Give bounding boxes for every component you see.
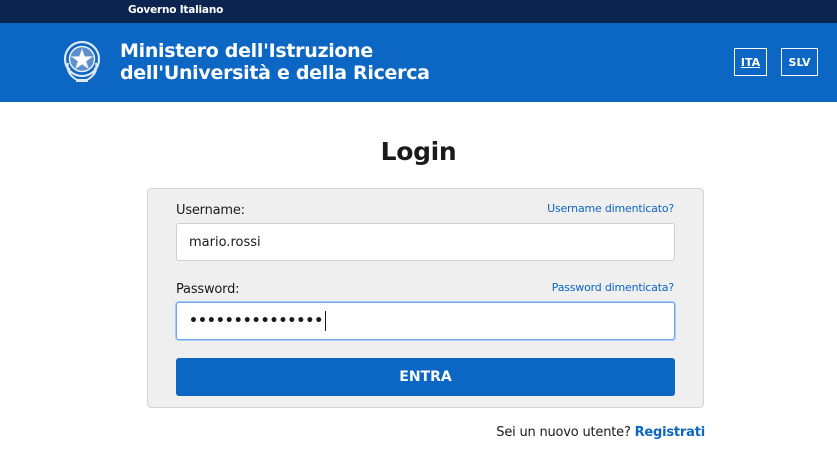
government-bar: Governo Italiano <box>0 0 837 23</box>
text-cursor <box>325 311 327 331</box>
username-field[interactable]: mario.rossi <box>176 223 675 261</box>
register-prompt: Sei un nuovo utente? Registrati <box>496 425 705 440</box>
forgot-password-link[interactable]: Password dimenticata? <box>552 281 674 294</box>
login-panel: Username: Username dimenticato? mario.ro… <box>147 188 704 408</box>
password-field[interactable]: ••••••••••••••• <box>176 302 675 340</box>
ministry-title-line1: Ministero dell'Istruzione <box>120 40 373 62</box>
password-value: ••••••••••••••• <box>189 313 324 329</box>
entra-button[interactable]: ENTRA <box>176 358 675 396</box>
password-label: Password: <box>176 282 240 297</box>
governo-italiano-link[interactable]: Governo Italiano <box>128 4 223 16</box>
ministry-title[interactable]: Ministero dell'Istruzione dell'Universit… <box>120 40 430 84</box>
register-link[interactable]: Registrati <box>635 425 706 440</box>
ministry-title-line2: dell'Università e della Ricerca <box>120 62 430 84</box>
ministry-header: Ministero dell'Istruzione dell'Universit… <box>0 23 837 102</box>
language-ita-button[interactable]: ITA <box>734 48 767 76</box>
page-title: Login <box>380 137 457 166</box>
language-slv-button[interactable]: SLV <box>781 48 818 76</box>
username-label: Username: <box>176 203 245 218</box>
register-prompt-text: Sei un nuovo utente? <box>496 425 631 440</box>
italian-republic-emblem-icon[interactable] <box>62 39 102 85</box>
username-value: mario.rossi <box>189 234 261 250</box>
forgot-username-link[interactable]: Username dimenticato? <box>547 202 674 215</box>
